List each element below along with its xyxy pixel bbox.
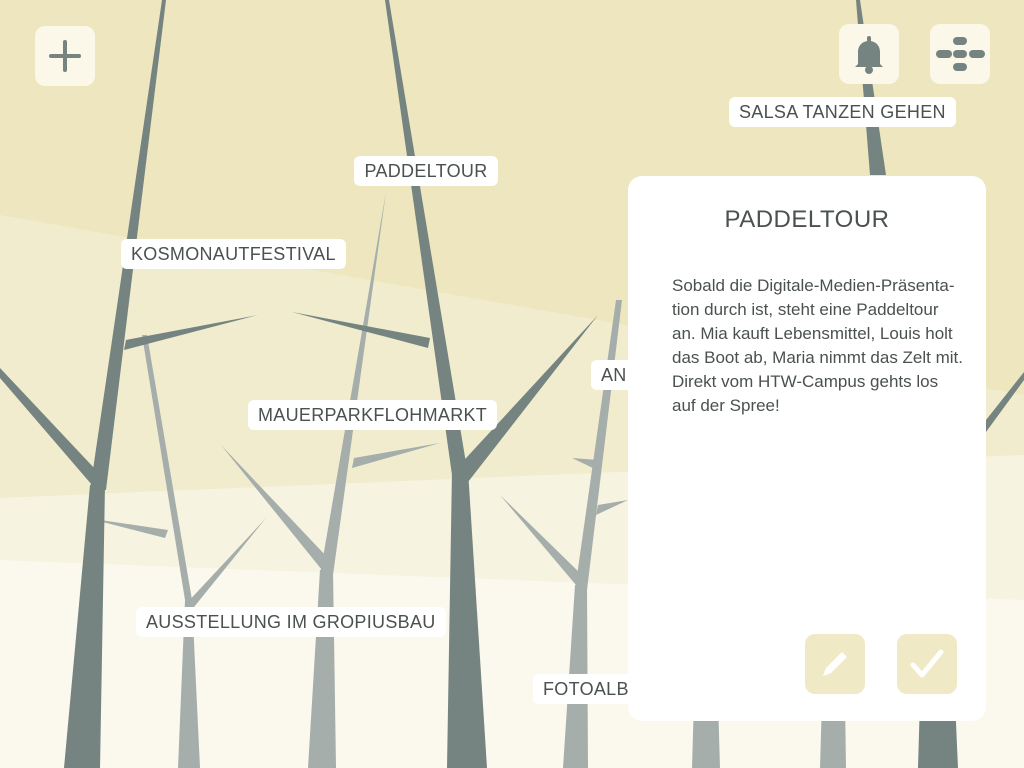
activity-tag-ausstellung[interactable]: AUSSTELLUNG IM GROPIUSBAU <box>136 607 446 637</box>
tree-structure-icon <box>936 37 985 71</box>
confirm-button[interactable] <box>897 634 957 694</box>
card-description: Sobald die Digitale-Medien-Präsenta-tion… <box>672 276 963 415</box>
activity-detail-card: PADDELTOUR Sobald die Digitale-Medien-Pr… <box>628 176 986 721</box>
activity-tag-salsa[interactable]: SALSA TANZEN GEHEN <box>729 97 956 127</box>
activity-tag-paddeltour[interactable]: PADDELTOUR <box>354 156 498 186</box>
pencil-icon <box>823 652 847 676</box>
notifications-button[interactable] <box>839 24 899 84</box>
bell-icon <box>855 36 883 74</box>
activity-tag-kosmonautfestival[interactable]: KOSMONAUTFESTIVAL <box>121 239 346 269</box>
checkmark-icon <box>910 649 944 678</box>
overview-button[interactable] <box>930 24 990 84</box>
plus-icon <box>49 40 81 72</box>
add-activity-button[interactable] <box>35 26 95 86</box>
edit-button[interactable] <box>805 634 865 694</box>
activity-tag-mauerparkflohmarkt[interactable]: MAUERPARKFLOHMARKT <box>248 400 498 430</box>
card-title: PADDELTOUR <box>724 206 890 233</box>
